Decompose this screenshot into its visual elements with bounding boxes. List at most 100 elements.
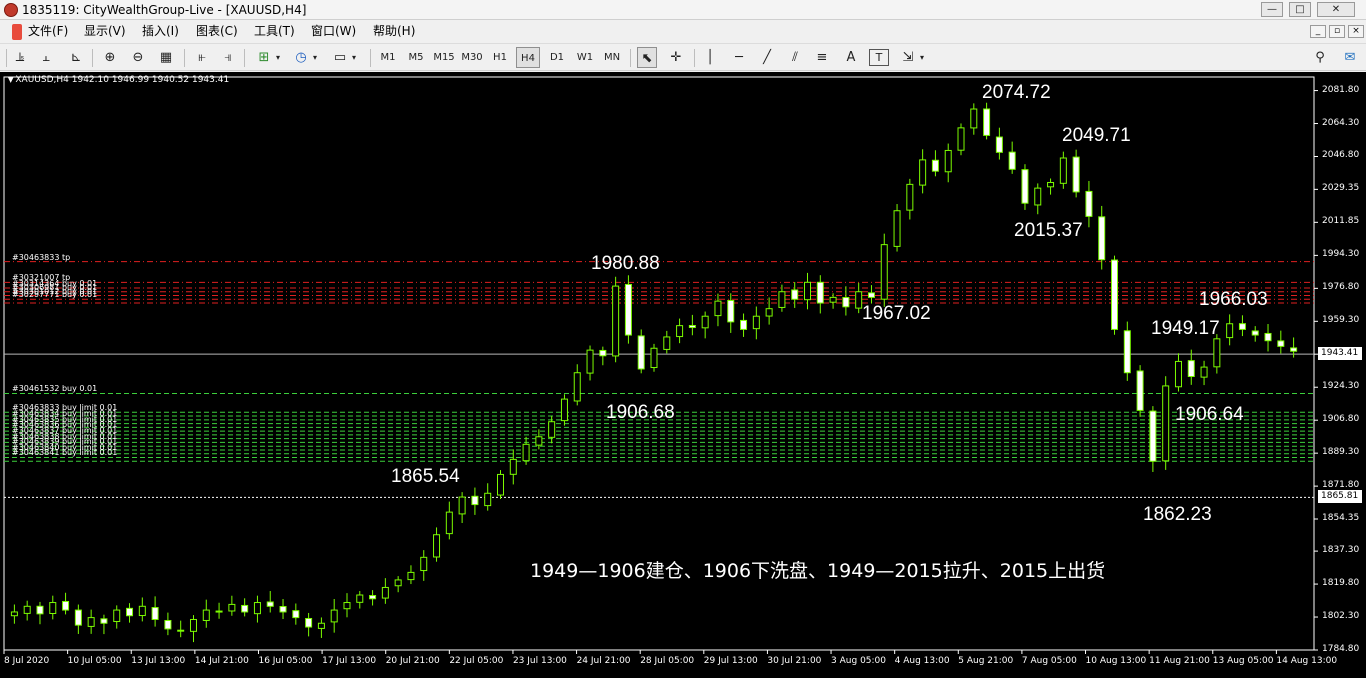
templates-icon[interactable]: ▭ — [330, 47, 350, 68]
chart-window[interactable]: ▼ XAUUSD,H4 1942.10 1946.99 1940.52 1943.… — [0, 72, 1366, 678]
profiles-icon[interactable]: ⫠ — [36, 47, 56, 68]
y-tick-label: 1819.80 — [1322, 578, 1360, 589]
order-label: #30297771 buy 0.01 — [12, 290, 98, 300]
crosshair-icon[interactable]: ✛ — [666, 47, 686, 68]
arrows-icon[interactable]: ⇲ — [898, 47, 918, 68]
timeframe-d1[interactable]: D1 — [545, 47, 569, 68]
community-icon[interactable]: ✉ — [1340, 47, 1360, 68]
x-tick-label: 14 Jul 21:00 — [194, 656, 249, 666]
candle-body — [880, 244, 888, 300]
y-tick-label: 1889.30 — [1322, 447, 1360, 458]
menu-tools[interactable]: 工具(T) — [254, 21, 295, 42]
trendline-icon[interactable]: ╱ — [757, 47, 777, 68]
timeframe-m15[interactable]: M15 — [432, 47, 456, 68]
menu-help[interactable]: 帮助(H) — [373, 21, 415, 42]
minimize-button[interactable]: — — [1261, 2, 1283, 17]
candle-body — [343, 602, 351, 610]
chart-canvas[interactable] — [0, 72, 1366, 678]
periods-icon[interactable]: ◷ — [291, 47, 311, 68]
candle-body — [369, 595, 377, 600]
candle-body — [356, 594, 364, 603]
menu-file[interactable]: 文件(F) — [28, 21, 68, 42]
candle-body — [87, 617, 95, 627]
candle-body — [151, 607, 159, 620]
vertical-line-icon[interactable]: │ — [700, 47, 720, 68]
candle-body — [714, 300, 722, 317]
timeframe-h4[interactable]: H4 — [516, 47, 540, 68]
new-chart-icon[interactable]: ⫡ — [10, 47, 30, 68]
horizontal-line-icon[interactable]: ─ — [729, 47, 749, 68]
x-tick-label: 10 Aug 13:00 — [1085, 656, 1147, 666]
candle-body — [867, 292, 875, 298]
timeframe-m5[interactable]: M5 — [404, 47, 428, 68]
current-price-box: 1943.41 — [1318, 347, 1362, 361]
fibonacci-icon[interactable]: ≡ — [812, 47, 832, 68]
text-label-icon[interactable]: T — [869, 49, 889, 66]
menu-view[interactable]: 显示(V) — [84, 21, 126, 42]
close-button[interactable]: ✕ — [1317, 2, 1355, 17]
timeframe-mn[interactable]: MN — [600, 47, 624, 68]
chart-shift-icon[interactable]: ⫣ — [218, 47, 238, 68]
candle-body — [522, 443, 530, 462]
candle-body — [305, 617, 313, 628]
cursor-icon[interactable]: ⬉ — [637, 47, 657, 68]
candle-body — [100, 618, 108, 624]
candle-body — [1072, 156, 1080, 193]
candle-body — [484, 492, 492, 507]
menu-insert[interactable]: 插入(I) — [142, 21, 179, 42]
zoom-in-icon[interactable]: ⊕ — [100, 47, 120, 68]
x-tick-label: 16 Jul 05:00 — [258, 656, 313, 666]
candle-body — [535, 436, 543, 446]
timeframe-h1[interactable]: H1 — [488, 47, 512, 68]
x-tick-label: 22 Jul 05:00 — [449, 656, 504, 666]
zoom-out-icon[interactable]: ⊖ — [128, 47, 148, 68]
autoscroll-icon[interactable]: ⫦ — [192, 47, 212, 68]
y-tick-label: 1837.30 — [1322, 545, 1360, 556]
tile-windows-icon[interactable]: ▦ — [156, 47, 176, 68]
timeframe-m30[interactable]: M30 — [460, 47, 484, 68]
candle-body — [1059, 157, 1067, 184]
candle-body — [829, 296, 837, 303]
indicators-dropdown-icon[interactable]: ▾ — [276, 47, 280, 68]
candle-body — [1174, 360, 1182, 388]
periods-dropdown-icon[interactable]: ▾ — [313, 47, 317, 68]
candle-body — [241, 604, 249, 613]
y-tick-label: 1802.30 — [1322, 611, 1360, 622]
candle-body — [778, 291, 786, 308]
candle-body — [919, 159, 927, 186]
maximize-button[interactable]: □ — [1289, 2, 1311, 17]
candle-body — [433, 534, 441, 558]
menu-bar: 文件(F) 显示(V) 插入(I) 图表(C) 工具(T) 窗口(W) 帮助(H… — [0, 21, 1366, 42]
text-icon[interactable]: A — [841, 47, 861, 68]
mdi-close-button[interactable]: × — [1348, 25, 1364, 38]
indicators-icon[interactable]: ⊞ — [254, 47, 274, 68]
analysis-note: 1949—1906建仓、1906下洗盘、1949—2015拉升、2015上出货 — [530, 560, 1106, 582]
candle-body — [1277, 340, 1285, 347]
x-tick-label: 23 Jul 13:00 — [512, 656, 567, 666]
y-tick-label: 2011.85 — [1322, 216, 1360, 227]
candle-body — [586, 349, 594, 374]
candle-body — [624, 283, 632, 336]
timeframe-m1[interactable]: M1 — [376, 47, 400, 68]
candle-body — [1136, 370, 1144, 411]
candle-body — [599, 349, 607, 357]
menu-charts[interactable]: 图表(C) — [196, 21, 238, 42]
order-label: #30463833 tp — [12, 252, 71, 262]
timeframe-w1[interactable]: W1 — [573, 47, 597, 68]
arrows-dropdown-icon[interactable]: ▾ — [920, 47, 924, 68]
mdi-restore-button[interactable]: ▫ — [1329, 25, 1345, 38]
equidistant-channel-icon[interactable]: ⫽ — [785, 47, 805, 68]
templates-dropdown-icon[interactable]: ▾ — [352, 47, 356, 68]
app-logo-icon — [4, 3, 18, 17]
candle-body — [1290, 347, 1298, 352]
x-tick-label: 13 Aug 05:00 — [1212, 656, 1274, 666]
menu-window[interactable]: 窗口(W) — [311, 21, 356, 42]
mdi-minimize-button[interactable]: _ — [1310, 25, 1326, 38]
candle-body — [496, 473, 504, 496]
bar-chart-icon[interactable]: ⊾ — [66, 47, 86, 68]
x-tick-label: 4 Aug 13:00 — [894, 656, 950, 666]
symbol-info: ▼ XAUUSD,H4 1942.10 1946.99 1940.52 1943.… — [8, 75, 230, 85]
candle-body — [330, 609, 338, 623]
search-icon[interactable]: ⚲ — [1310, 47, 1330, 68]
candle-body — [407, 571, 415, 581]
